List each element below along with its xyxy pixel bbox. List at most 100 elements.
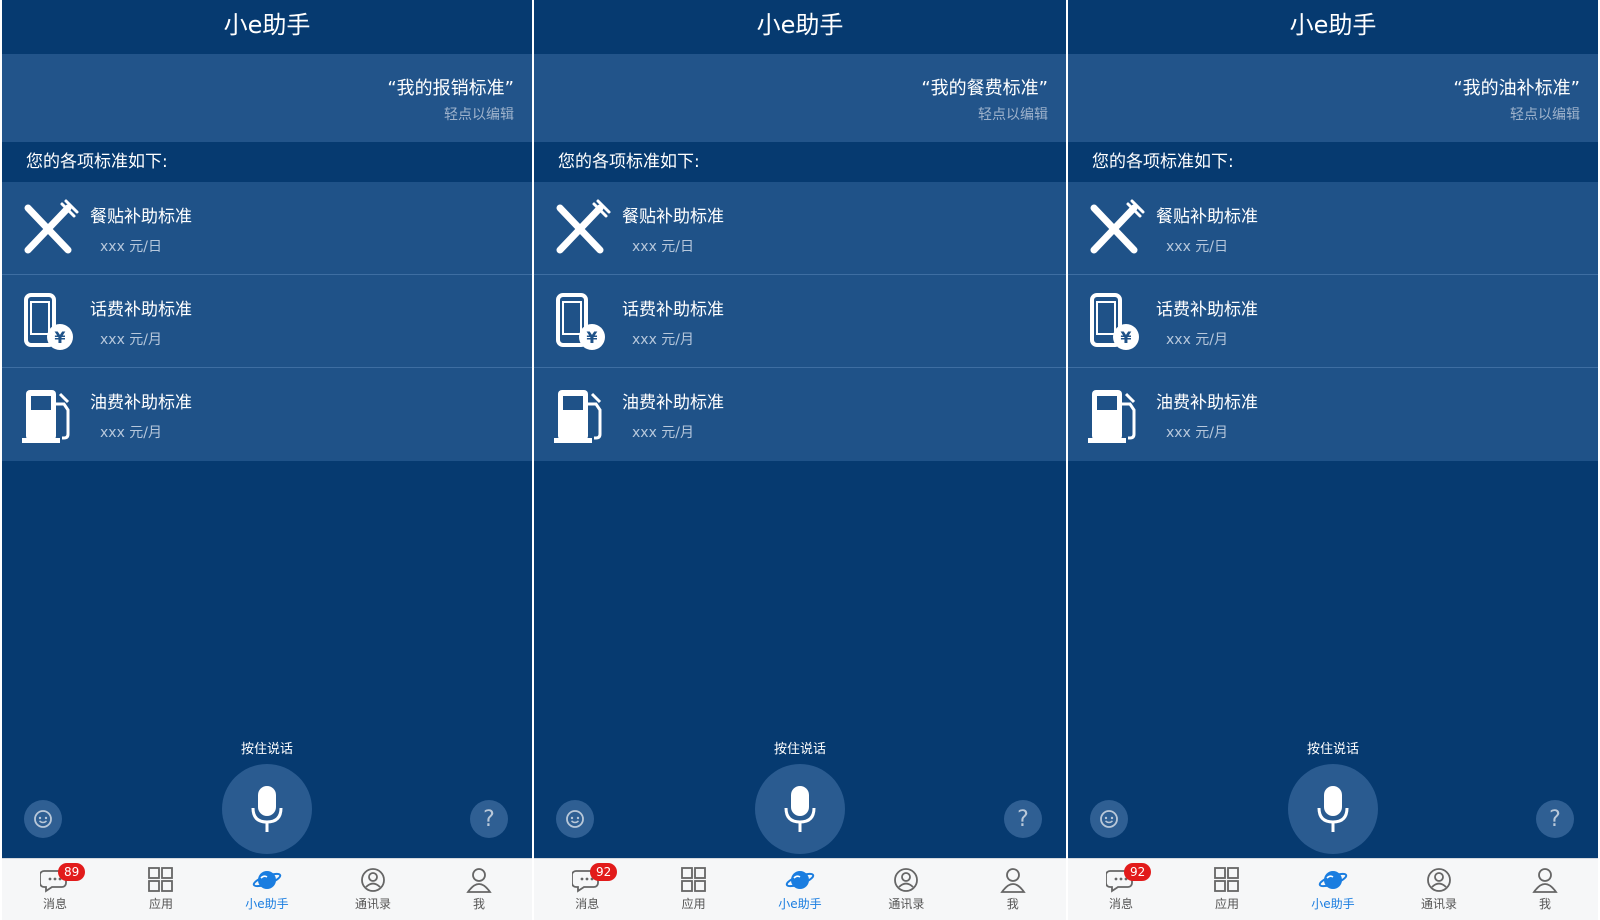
phone-screen: 小e助手 “我的油补标准” 轻点以编辑您的各项标准如下: 餐贴补助标准 xxx 元/日 ¥…	[1068, 0, 1598, 920]
question-mark-icon: ?	[483, 806, 495, 832]
svg-text:¥: ¥	[54, 328, 65, 347]
tab-chat[interactable]: 92 消息	[1068, 859, 1174, 920]
svg-text:¥: ¥	[1120, 328, 1131, 347]
standard-item[interactable]: 油费补助标准 xxx 元/月	[2, 368, 532, 461]
chat-icon	[2, 867, 108, 893]
standard-value: xxx 元/日	[1166, 239, 1229, 255]
tab-contacts[interactable]: 通讯录	[853, 859, 959, 920]
standard-item[interactable]: ¥ 话费补助标准 xxx 元/月	[1068, 275, 1598, 368]
query-text: “我的餐费标准”	[921, 78, 1048, 99]
help-button[interactable]: ?	[470, 800, 508, 838]
tab-assistant-planet[interactable]: 小e助手	[747, 859, 853, 920]
question-mark-icon: ?	[1017, 806, 1029, 832]
assistant-face-button[interactable]	[556, 800, 594, 838]
assistant-face-button[interactable]	[24, 800, 62, 838]
tab-apps-grid[interactable]: 应用	[640, 859, 746, 920]
standard-item[interactable]: 餐贴补助标准 xxx 元/日	[1068, 182, 1598, 275]
unread-badge: 92	[590, 863, 618, 881]
tab-label: 通讯录	[354, 897, 391, 911]
tab-user[interactable]: 我	[960, 859, 1066, 920]
microphone-button[interactable]	[1288, 764, 1378, 854]
page-title: 小e助手	[756, 11, 844, 39]
query-text: “我的报销标准”	[387, 78, 514, 99]
tab-user[interactable]: 我	[426, 859, 532, 920]
voice-query-bubble[interactable]: “我的餐费标准” 轻点以编辑	[534, 54, 1066, 142]
tab-label: 我	[1006, 897, 1019, 911]
standard-name: 餐贴补助标准	[90, 207, 192, 227]
user-icon	[960, 867, 1066, 893]
voice-query-bubble[interactable]: “我的油补标准” 轻点以编辑	[1068, 54, 1598, 142]
push-to-talk-label: 按住说话	[1306, 742, 1359, 757]
standard-name: 油费补助标准	[90, 393, 192, 413]
standard-item[interactable]: 餐贴补助标准 xxx 元/日	[534, 182, 1066, 275]
tab-chat[interactable]: 89 消息	[2, 859, 108, 920]
assistant-planet-icon	[747, 867, 853, 893]
phone-yen-icon: ¥	[1084, 291, 1146, 353]
standard-value: xxx 元/月	[1166, 332, 1229, 348]
standard-name: 餐贴补助标准	[1156, 207, 1258, 227]
microphone-icon	[251, 786, 283, 832]
fuel-pump-icon	[18, 384, 80, 446]
tab-label: 消息	[42, 897, 67, 911]
assistant-planet-icon	[214, 867, 320, 893]
section-heading: 您的各项标准如下:	[26, 152, 168, 172]
cutlery-icon	[18, 198, 80, 260]
contacts-icon	[1386, 867, 1492, 893]
tap-to-edit-hint: 轻点以编辑	[444, 107, 514, 123]
standard-value: xxx 元/月	[100, 425, 163, 441]
microphone-icon	[784, 786, 816, 832]
tab-assistant-planet[interactable]: 小e助手	[1280, 859, 1386, 920]
bottom-tab-bar: 92 消息 应用 小e助手 通讯录 我	[1068, 858, 1598, 920]
apps-grid-icon	[640, 867, 746, 893]
standard-value: xxx 元/月	[1166, 425, 1229, 441]
phone-yen-icon: ¥	[18, 291, 80, 353]
standards-list: 餐贴补助标准 xxx 元/日 ¥ 话费补助标准 xxx 元/月 油费补助标准 xxx 元/月	[1068, 182, 1598, 461]
smiley-headset-icon	[34, 810, 52, 828]
tab-contacts[interactable]: 通讯录	[320, 859, 426, 920]
page-title: 小e助手	[223, 11, 311, 39]
tab-label: 小e助手	[778, 897, 822, 911]
contacts-icon	[320, 867, 426, 893]
voice-query-bubble[interactable]: “我的报销标准” 轻点以编辑	[2, 54, 532, 142]
tab-contacts[interactable]: 通讯录	[1386, 859, 1492, 920]
chat-icon	[1068, 867, 1174, 893]
user-icon	[426, 867, 532, 893]
standard-value: xxx 元/月	[632, 332, 695, 348]
tab-label: 通讯录	[1420, 897, 1457, 911]
tab-label: 通讯录	[888, 897, 925, 911]
bottom-tab-bar: 92 消息 应用 小e助手 通讯录 我	[534, 858, 1066, 920]
microphone-button[interactable]	[222, 764, 312, 854]
section-heading: 您的各项标准如下:	[1092, 152, 1234, 172]
tab-label: 消息	[575, 897, 600, 911]
tab-label: 消息	[1108, 897, 1133, 911]
standard-item[interactable]: ¥ 话费补助标准 xxx 元/月	[534, 275, 1066, 368]
microphone-button[interactable]	[755, 764, 845, 854]
help-button[interactable]: ?	[1536, 800, 1574, 838]
unread-badge: 89	[58, 863, 86, 881]
microphone-icon	[1317, 786, 1349, 832]
fuel-pump-icon	[1084, 384, 1146, 446]
standards-list: 餐贴补助标准 xxx 元/日 ¥ 话费补助标准 xxx 元/月油费补助标准 xxx 元/月	[2, 182, 532, 461]
tab-label: 小e助手	[1311, 897, 1355, 911]
standard-item[interactable]: 油费补助标准 xxx 元/月	[534, 368, 1066, 461]
tab-apps-grid[interactable]: 应用	[1174, 859, 1280, 920]
standard-item[interactable]: ¥ 话费补助标准 xxx 元/月	[2, 275, 532, 368]
smiley-headset-icon	[1100, 810, 1118, 828]
tab-label: 应用	[1214, 897, 1239, 911]
assistant-planet-icon	[1280, 867, 1386, 893]
question-mark-icon: ?	[1549, 806, 1561, 832]
help-button[interactable]: ?	[1004, 800, 1042, 838]
section-heading: 您的各项标准如下:	[558, 152, 700, 172]
standard-item[interactable]: 餐贴补助标准 xxx 元/日	[2, 182, 532, 275]
standard-name: 油费补助标准	[622, 393, 724, 413]
assistant-face-button[interactable]	[1090, 800, 1128, 838]
tab-apps-grid[interactable]: 应用	[108, 859, 214, 920]
tab-user[interactable]: 我	[1492, 859, 1598, 920]
tab-label: 应用	[681, 897, 706, 911]
standard-name: 话费补助标准	[1156, 300, 1258, 320]
chat-icon	[534, 867, 640, 893]
tab-assistant-planet[interactable]: 小e助手	[214, 859, 320, 920]
tab-chat[interactable]: 92 消息	[534, 859, 640, 920]
standard-item[interactable]: 油费补助标准 xxx 元/月	[1068, 368, 1598, 461]
cutlery-icon	[550, 198, 612, 260]
